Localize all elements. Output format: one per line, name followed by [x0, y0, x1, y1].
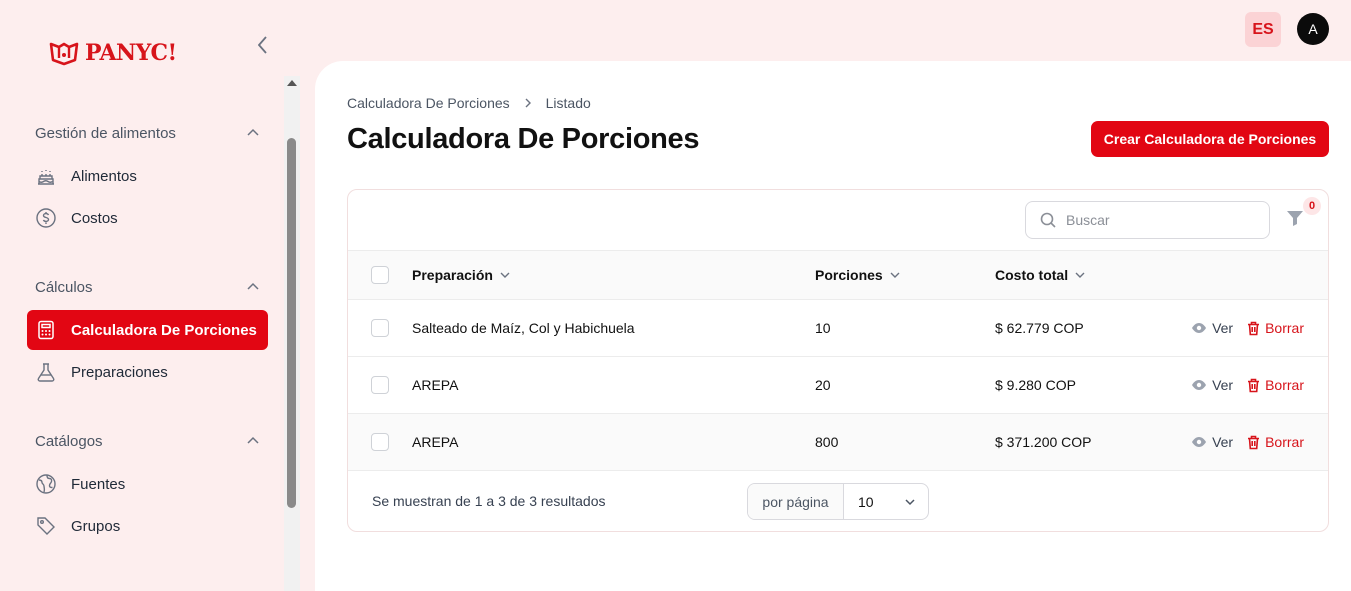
cell-costo-total: $ 62.779 COP	[995, 320, 1084, 336]
nav-group-label: Cálculos	[35, 278, 93, 296]
sidebar-item-grupos[interactable]: Grupos	[27, 506, 268, 546]
search-box[interactable]	[1025, 201, 1270, 239]
cell-costo-total: $ 9.280 COP	[995, 377, 1076, 393]
column-header-costo-total[interactable]: Costo total	[995, 267, 1175, 283]
page-title: Calculadora De Porciones	[347, 123, 700, 155]
table-toolbar: 0	[348, 190, 1328, 251]
chevron-left-icon	[258, 36, 267, 54]
nav-group-header[interactable]: Cálculos	[27, 266, 268, 308]
cell-preparacion: Salteado de Maíz, Col y Habichuela	[412, 320, 635, 336]
sidebar-scrollbar-thumb[interactable]	[287, 138, 296, 508]
chevron-down-icon	[890, 272, 900, 278]
create-calculator-button[interactable]: Crear Calculadora de Porciones	[1091, 121, 1329, 157]
chevron-down-icon	[1075, 272, 1085, 278]
chevron-up-icon	[247, 128, 259, 136]
search-icon	[1040, 212, 1056, 228]
scroll-up-arrow-icon[interactable]	[287, 80, 297, 86]
select-all-checkbox[interactable]	[371, 266, 389, 284]
app-logo[interactable]: PANYC!	[49, 40, 177, 66]
delete-button[interactable]: Borrar	[1247, 434, 1304, 450]
table-footer: Se muestran de 1 a 3 de 3 resultados por…	[348, 471, 1328, 531]
per-page-value: 10	[858, 493, 874, 510]
filter-count-badge: 0	[1303, 197, 1321, 215]
sidebar-item-label: Fuentes	[71, 475, 126, 493]
trash-icon	[1248, 378, 1260, 392]
sidebar-item-preparaciones[interactable]: Preparaciones	[27, 352, 268, 392]
row-checkbox[interactable]	[371, 433, 389, 451]
per-page-control: por página 10	[747, 483, 929, 520]
sidebar-item-label: Alimentos	[71, 167, 137, 185]
cell-porciones: 10	[815, 320, 831, 336]
view-button[interactable]: Ver	[1191, 320, 1233, 336]
cell-preparacion: AREPA	[412, 377, 459, 393]
eye-icon	[1192, 380, 1207, 390]
sidebar-item-fuentes[interactable]: Fuentes	[27, 464, 268, 504]
column-header-preparacion[interactable]: Preparación	[412, 267, 815, 283]
table-header: Preparación Porciones Costo total	[348, 251, 1328, 300]
logo-text: PANYC!	[85, 40, 177, 66]
view-button[interactable]: Ver	[1191, 434, 1233, 450]
collapse-sidebar-button[interactable]	[253, 34, 273, 56]
cake-icon	[35, 165, 57, 187]
per-page-select[interactable]: 10	[844, 484, 928, 519]
results-summary: Se muestran de 1 a 3 de 3 resultados	[372, 493, 606, 509]
row-checkbox[interactable]	[371, 376, 389, 394]
panyc-logo-icon	[49, 42, 79, 66]
nav-group-gestion: Gestión de alimentos Alimentos Costos	[27, 112, 268, 238]
language-switcher[interactable]: ES	[1245, 12, 1281, 47]
chevron-down-icon	[905, 498, 915, 505]
eye-icon	[1192, 437, 1207, 447]
sidebar-item-label: Costos	[71, 209, 118, 227]
filter-icon[interactable]	[1285, 208, 1305, 228]
nav-group-header[interactable]: Gestión de alimentos	[27, 112, 268, 154]
row-checkbox[interactable]	[371, 319, 389, 337]
delete-button[interactable]: Borrar	[1247, 320, 1304, 336]
table-row: AREPA 800 $ 371.200 COP Ver Borrar	[348, 414, 1328, 471]
sidebar-item-calculadora[interactable]: Calculadora De Porciones	[27, 310, 268, 350]
sidebar-item-label: Grupos	[71, 517, 121, 535]
main-content: Calculadora De Porciones Listado Calcula…	[315, 61, 1351, 591]
eye-icon	[1192, 323, 1207, 333]
nav-group-catalogos: Catálogos Fuentes Grupos	[27, 420, 268, 546]
nav-group-header[interactable]: Catálogos	[27, 420, 268, 462]
sidebar-nav: Gestión de alimentos Alimentos Costos Cá…	[27, 112, 268, 574]
cell-preparacion: AREPA	[412, 434, 459, 450]
sidebar: PANYC! Gestión de alimentos Alimentos Co…	[0, 0, 300, 591]
search-input[interactable]	[1066, 212, 1246, 228]
cell-porciones: 20	[815, 377, 831, 393]
calculator-icon	[35, 319, 57, 341]
nav-group-calculos: Cálculos Calculadora De Porciones Prepar…	[27, 266, 268, 392]
delete-button[interactable]: Borrar	[1247, 377, 1304, 393]
chevron-down-icon	[500, 272, 510, 278]
chevron-up-icon	[247, 436, 259, 444]
sidebar-item-costos[interactable]: Costos	[27, 198, 268, 238]
trash-icon	[1248, 321, 1260, 335]
cell-porciones: 800	[815, 434, 839, 450]
tag-icon	[35, 515, 57, 537]
trash-icon	[1248, 435, 1260, 449]
breadcrumb-link[interactable]: Calculadora De Porciones	[347, 95, 510, 111]
view-button[interactable]: Ver	[1191, 377, 1233, 393]
sidebar-item-alimentos[interactable]: Alimentos	[27, 156, 268, 196]
sidebar-item-label: Preparaciones	[71, 363, 168, 381]
globe-icon	[35, 473, 57, 495]
user-avatar[interactable]: A	[1297, 13, 1329, 45]
flask-icon	[35, 361, 57, 383]
breadcrumb-current: Listado	[545, 95, 591, 111]
column-header-porciones[interactable]: Porciones	[815, 267, 995, 283]
nav-group-label: Gestión de alimentos	[35, 124, 176, 142]
sidebar-item-label: Calculadora De Porciones	[71, 321, 257, 339]
table-row: AREPA 20 $ 9.280 COP Ver Borrar	[348, 357, 1328, 414]
table-row: Salteado de Maíz, Col y Habichuela 10 $ …	[348, 300, 1328, 357]
dollar-circle-icon	[35, 207, 57, 229]
nav-group-label: Catálogos	[35, 432, 103, 450]
per-page-label: por página	[748, 484, 844, 519]
chevron-up-icon	[247, 282, 259, 290]
table-card: 0 Preparación Porciones Costo total Salt…	[347, 189, 1329, 532]
cell-costo-total: $ 371.200 COP	[995, 434, 1092, 450]
chevron-right-icon	[525, 98, 531, 108]
breadcrumb: Calculadora De Porciones Listado	[347, 95, 591, 111]
